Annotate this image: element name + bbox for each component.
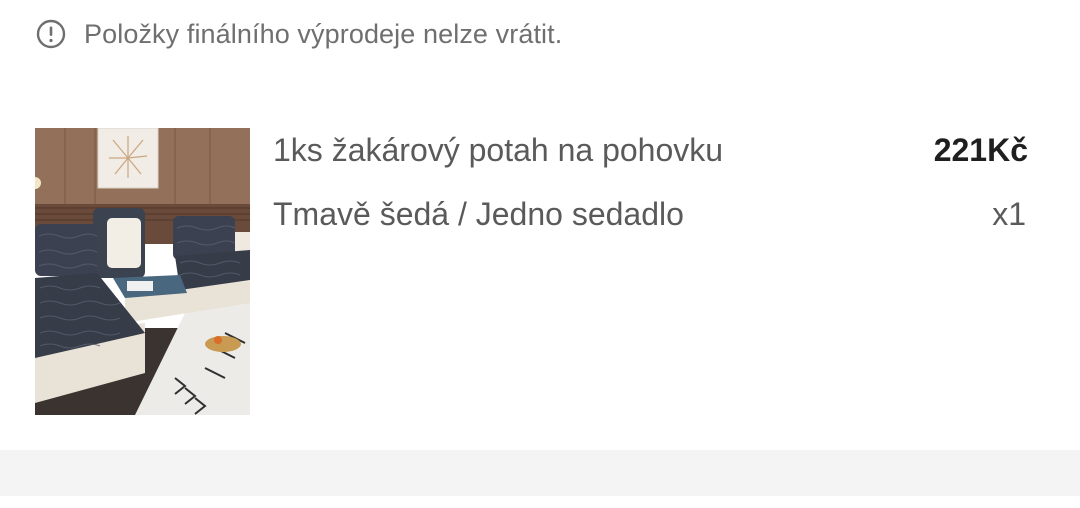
product-thumbnail[interactable]	[35, 128, 250, 415]
final-sale-notice: Položky finálního výprodeje nelze vrátit…	[36, 16, 562, 52]
product-variant: Tmavě šedá / Jedno sedadlo	[273, 196, 684, 232]
product-price: 221Kč	[933, 132, 1028, 168]
section-divider-band	[0, 450, 1080, 496]
exclamation-circle-icon	[36, 19, 66, 49]
product-quantity: x1	[992, 196, 1026, 232]
product-title[interactable]: 1ks žakárový potah na pohovku	[273, 132, 723, 169]
notice-text: Položky finálního výprodeje nelze vrátit…	[84, 18, 563, 49]
order-item-page: Položky finálního výprodeje nelze vrátit…	[0, 0, 1080, 508]
cart-item[interactable]: 1ks žakárový potah na pohovku 221Kč Tmav…	[35, 128, 1045, 415]
